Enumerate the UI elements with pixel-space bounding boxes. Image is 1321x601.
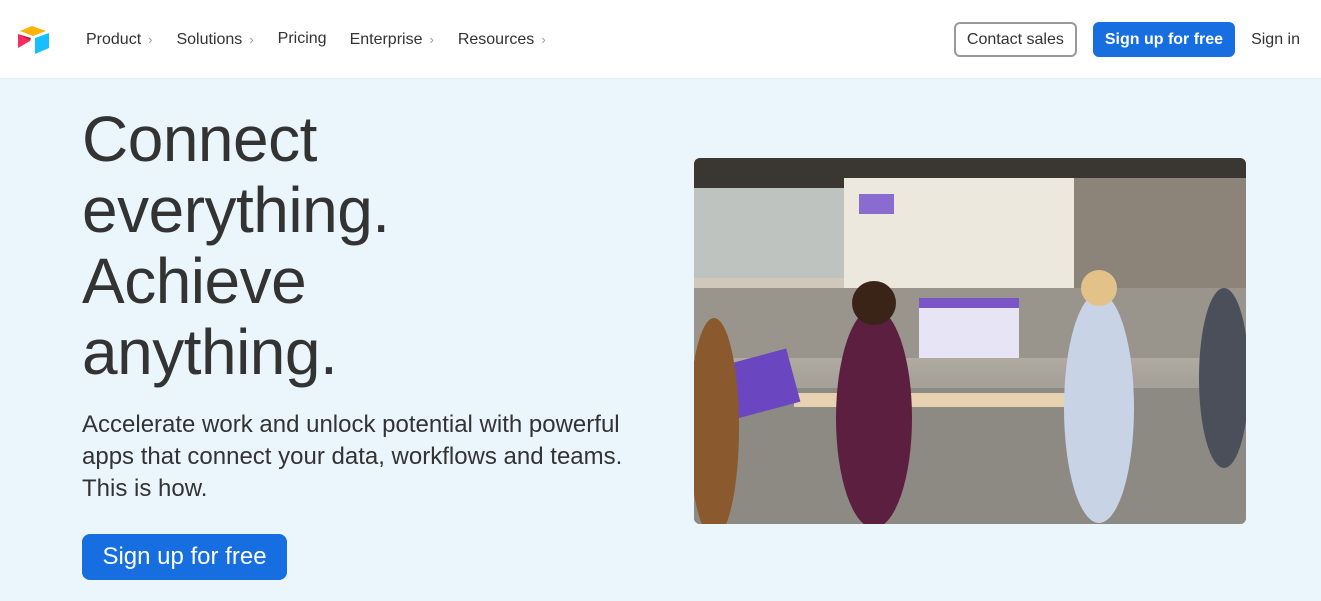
chevron-right-icon: › xyxy=(541,32,546,47)
nav-actions: Contact sales Sign up for free Sign in xyxy=(953,22,1300,57)
nav-label: Enterprise xyxy=(349,30,423,48)
contact-sales-button[interactable]: Contact sales xyxy=(953,22,1077,57)
hero-title: Connect everything. Achieve anything. xyxy=(82,104,390,388)
nav-product[interactable]: Product › xyxy=(86,31,152,49)
sign-in-link[interactable]: Sign in xyxy=(1251,31,1300,49)
nav-label: Resources xyxy=(457,30,535,48)
main-menu: Product › Solutions › Pricing Enterprise › … xyxy=(86,0,570,79)
nav-label: Product xyxy=(86,30,142,48)
nav-sign-up-button[interactable]: Sign up for free xyxy=(1092,22,1236,57)
chevron-right-icon: › xyxy=(249,32,254,47)
nav-resources[interactable]: Resources › xyxy=(458,31,546,49)
hero-title-line: everything. xyxy=(82,174,390,246)
nav-solutions[interactable]: Solutions › xyxy=(176,31,253,49)
top-nav: Product › Solutions › Pricing Enterprise › … xyxy=(0,0,1321,79)
nav-enterprise[interactable]: Enterprise › xyxy=(350,31,434,49)
nav-pricing[interactable]: Pricing xyxy=(278,30,327,48)
hero-subtitle: Accelerate work and unlock potential wit… xyxy=(82,411,623,502)
chevron-right-icon: › xyxy=(429,32,434,47)
hero-sign-up-button[interactable]: Sign up for free xyxy=(82,534,287,580)
airtable-logo-icon[interactable] xyxy=(16,25,52,55)
office-photo-illustration xyxy=(694,158,1246,524)
nav-label: Pricing xyxy=(277,29,327,47)
chevron-right-icon: › xyxy=(148,32,153,47)
hero-office-photo xyxy=(694,158,1246,524)
hero-title-line: Connect xyxy=(82,103,317,175)
nav-label: Solutions xyxy=(176,30,243,48)
hero-title-line: Achieve xyxy=(82,245,307,317)
hero-title-line: anything. xyxy=(82,316,338,388)
